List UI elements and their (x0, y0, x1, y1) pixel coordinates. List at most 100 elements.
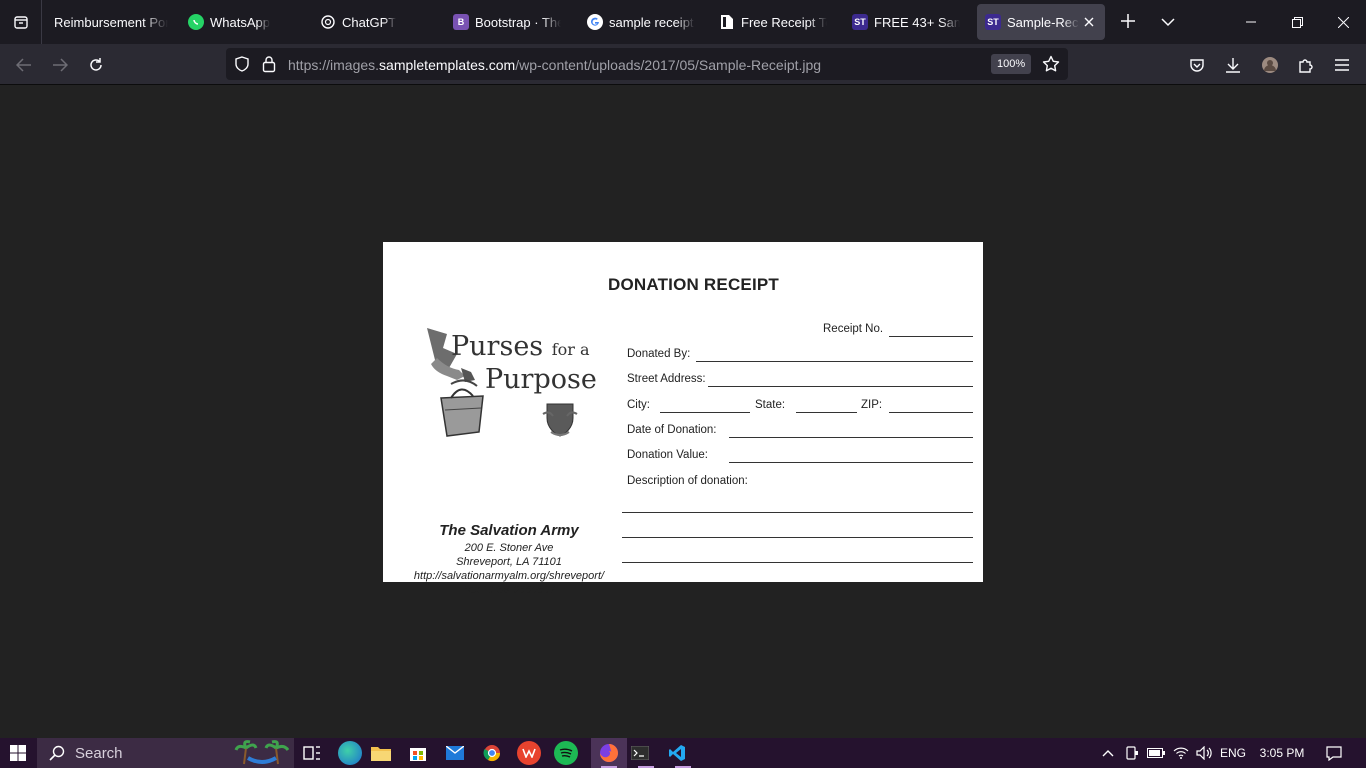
taskbar-edge[interactable] (332, 738, 368, 768)
org-tax-id: Tax ID 58-0660607 (462, 584, 556, 596)
taskbar-chrome[interactable] (480, 738, 516, 768)
chrome-icon (480, 741, 504, 765)
download-icon (1226, 58, 1240, 73)
firefox-view-icon (13, 16, 28, 29)
taskbar-vscode[interactable] (665, 738, 701, 768)
clock[interactable]: 3:05 PM (1255, 738, 1309, 768)
lock-icon[interactable] (262, 55, 276, 78)
address-bar[interactable]: https://images.sampletemplates.com/wp-co… (226, 48, 1068, 80)
taskbar-terminal[interactable] (628, 738, 664, 768)
tab-chatgpt[interactable]: ChatGPT (312, 4, 436, 40)
puzzle-icon (1299, 59, 1313, 73)
taskbar-search[interactable]: Search (37, 738, 294, 768)
navigation-toolbar: https://images.sampletemplates.com/wp-co… (0, 44, 1366, 85)
list-all-tabs-button[interactable] (1156, 10, 1180, 34)
app-menu-button[interactable] (1329, 52, 1355, 78)
document-icon (719, 14, 735, 30)
zip-line (889, 412, 973, 413)
account-button[interactable] (1257, 52, 1283, 78)
restore-button[interactable] (1274, 0, 1320, 44)
shield-icon[interactable] (234, 56, 250, 77)
tab-reimbursement-portal[interactable]: Reimbursement Portal (46, 4, 176, 40)
reload-icon (90, 58, 102, 71)
network-button[interactable] (1169, 738, 1193, 768)
language-indicator[interactable]: ENG (1218, 738, 1248, 768)
receipt-title: DONATION RECEIPT (608, 275, 780, 294)
battery-icon (1147, 748, 1165, 758)
tab-free-43-sample[interactable]: ST FREE 43+ Sample Receipts (844, 4, 968, 40)
url-text[interactable]: https://images.sampletemplates.com/wp-co… (288, 57, 821, 73)
url-path: /wp-content/uploads/2017/05/Sample-Recei… (515, 57, 822, 73)
volume-button[interactable] (1193, 738, 1215, 768)
description-label: Description of donation: (627, 475, 748, 487)
reload-button[interactable] (83, 52, 109, 78)
street-address-label: Street Address: (627, 373, 706, 385)
new-tab-button[interactable] (1116, 10, 1140, 34)
close-window-button[interactable] (1320, 0, 1366, 44)
tab-sample-receipt[interactable]: ST Sample-Receipt.jpg (977, 4, 1105, 40)
plus-icon (1121, 14, 1135, 28)
vscode-icon (665, 741, 689, 765)
receipt-image[interactable]: DONATION RECEIPT Purses for a Purpose Th… (383, 242, 983, 596)
state-label: State: (755, 399, 786, 411)
restore-icon (1291, 16, 1303, 28)
image-viewer: DONATION RECEIPT Purses for a Purpose Th… (0, 85, 1366, 738)
tab-google-search[interactable]: sample receipt - Google Search (579, 4, 703, 40)
tab-free-receipt-templates[interactable]: Free Receipt Templates (711, 4, 835, 40)
tab-label: WhatsApp (210, 14, 270, 30)
bootstrap-icon: B (453, 14, 469, 30)
google-icon (587, 14, 603, 30)
edge-icon (338, 741, 362, 765)
firefox-view-button[interactable] (0, 0, 42, 44)
taskbar-wps[interactable] (517, 738, 553, 768)
city-label: City: (627, 399, 650, 411)
donation-value-line (729, 462, 973, 463)
org-address1: 200 E. Stoner Ave (464, 542, 554, 554)
close-tab-icon[interactable] (1081, 14, 1097, 30)
tab-label: FREE 43+ Sample Receipts (874, 14, 960, 30)
extensions-button[interactable] (1293, 52, 1319, 78)
logo-purses: Purses (451, 331, 544, 362)
back-button[interactable] (11, 52, 37, 78)
start-button[interactable] (0, 738, 36, 768)
pocket-button[interactable] (1184, 52, 1210, 78)
downloads-button[interactable] (1220, 52, 1246, 78)
tray-device-button[interactable] (1121, 738, 1143, 768)
mail-icon (443, 741, 467, 765)
taskbar-store[interactable] (406, 738, 442, 768)
taskbar-firefox[interactable] (591, 738, 627, 768)
tab-whatsapp[interactable]: WhatsApp (180, 4, 304, 40)
search-placeholder: Search (75, 744, 123, 762)
tab-bootstrap[interactable]: B Bootstrap · The most popular (445, 4, 569, 40)
taskbar-mail[interactable] (443, 738, 479, 768)
whatsapp-icon (188, 14, 204, 30)
close-icon (1337, 16, 1349, 28)
show-hidden-icons-button[interactable] (1097, 738, 1119, 768)
pocket-icon (1190, 59, 1204, 72)
arrow-left-icon (16, 58, 31, 72)
donated-by-label: Donated By: (627, 348, 691, 360)
wifi-icon (1173, 747, 1189, 759)
tab-strip: Reimbursement Portal WhatsApp ChatGPT B … (0, 0, 1366, 44)
zoom-level-button[interactable]: 100% (991, 54, 1032, 74)
tab-label: Bootstrap · The most popular (475, 14, 561, 30)
donated-by-line (696, 361, 973, 362)
task-view-icon (303, 746, 320, 760)
speaker-icon (1196, 746, 1212, 760)
taskbar-file-explorer[interactable] (369, 738, 405, 768)
forward-button[interactable] (47, 52, 73, 78)
org-address2: Shreveport, LA 71101 (456, 556, 562, 568)
sampletemplates-icon: ST (852, 14, 868, 30)
notification-icon (1326, 745, 1342, 761)
logo-for-a: for a (551, 340, 590, 359)
task-view-button[interactable] (294, 738, 330, 768)
minimize-button[interactable] (1228, 0, 1274, 44)
avatar-icon (1262, 57, 1278, 73)
url-host: sampletemplates.com (379, 57, 516, 73)
taskbar-spotify[interactable] (554, 738, 590, 768)
tab-label: Sample-Receipt.jpg (1007, 14, 1079, 30)
bookmark-star-icon[interactable] (1042, 55, 1060, 78)
notifications-button[interactable] (1320, 738, 1348, 768)
meet-now-icon (1126, 746, 1138, 760)
battery-button[interactable] (1145, 738, 1167, 768)
